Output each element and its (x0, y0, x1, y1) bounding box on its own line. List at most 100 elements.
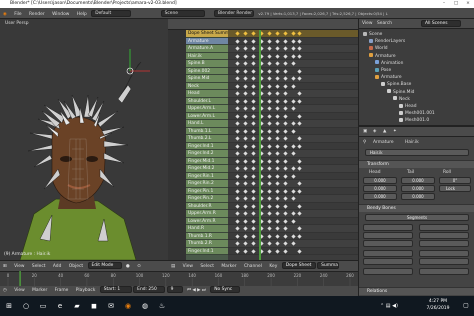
keyframe-row[interactable] (228, 127, 358, 135)
keyframe-icon[interactable] (297, 181, 302, 186)
keyframe-icon[interactable] (267, 61, 272, 66)
relations-panel-header[interactable]: Relations (359, 287, 474, 295)
keyframe-icon[interactable] (275, 211, 280, 216)
keyframe-icon[interactable] (297, 136, 302, 141)
keyframe-icon[interactable] (235, 31, 240, 36)
keyframe-icon[interactable] (243, 203, 248, 209)
keyframe-icon[interactable] (291, 46, 296, 51)
keyframe-icon[interactable] (275, 113, 280, 119)
mail-icon[interactable]: ✉ (105, 300, 117, 312)
keyframe-icon[interactable] (251, 98, 256, 104)
keyframe-icon[interactable] (251, 83, 256, 89)
keyframe-icon[interactable] (243, 91, 248, 96)
tray-icons[interactable]: ⌃ ▤ ◀) (380, 300, 398, 312)
keyframe-icon[interactable] (283, 61, 288, 66)
keyframe-icon[interactable] (275, 151, 280, 156)
clock[interactable]: 4:27 PM 7/26/2019 (420, 299, 456, 312)
keyframe-icon[interactable] (243, 173, 248, 179)
task-view-icon[interactable]: ▭ (37, 300, 49, 312)
keyframe-row[interactable] (228, 105, 358, 113)
keyframe-icon[interactable] (251, 38, 256, 44)
end-frame-field[interactable]: End: 250 (133, 286, 166, 293)
keyframe-icon[interactable] (283, 38, 288, 44)
keyframe-icon[interactable] (283, 173, 288, 179)
keyframe-icon[interactable] (243, 31, 248, 36)
keyframe-icon[interactable] (243, 83, 248, 89)
keyframe-icon[interactable] (243, 53, 248, 59)
keyframe-row[interactable] (228, 30, 358, 38)
start-frame-field[interactable]: Start: 1 (99, 286, 132, 293)
keyframe-icon[interactable] (243, 218, 248, 224)
keyframe-icon[interactable] (235, 166, 240, 171)
outliner-item[interactable]: Mesh001.0 (399, 117, 429, 125)
keyframe-icon[interactable] (283, 136, 288, 141)
keyframe-icon[interactable] (251, 158, 256, 164)
keyframe-icon[interactable] (291, 83, 296, 89)
channel-row[interactable]: Hand.L (186, 120, 228, 128)
keyframe-icon[interactable] (267, 203, 272, 209)
keyframe-icon[interactable] (275, 38, 280, 44)
3d-viewport[interactable]: User Persp (9) Armature: Hair.ik (0, 19, 168, 260)
keyframe-icon[interactable] (243, 113, 248, 119)
keyframe-icon[interactable] (235, 76, 240, 81)
keyframe-icon[interactable] (283, 218, 288, 224)
channel-row[interactable]: Hair.ik (186, 52, 228, 60)
edge-icon[interactable]: e (54, 300, 66, 312)
keyframe-icon[interactable] (235, 158, 240, 164)
keyframe-icon[interactable] (275, 226, 280, 231)
keyframe-icon[interactable] (283, 211, 288, 216)
keyframe-icon[interactable] (267, 241, 272, 246)
keyframe-icon[interactable] (243, 38, 248, 44)
channel-row[interactable]: Spine.002 (186, 67, 228, 75)
keyframe-icon[interactable] (251, 128, 256, 134)
keyframe-icon[interactable] (251, 173, 256, 179)
keyframe-row[interactable] (228, 60, 358, 68)
keyframe-row[interactable] (228, 172, 358, 180)
channel-row[interactable]: Finger.Pin.2 (186, 195, 228, 203)
keyframe-row[interactable] (228, 52, 358, 60)
keyframe-icon[interactable] (243, 166, 248, 171)
keyframe-icon[interactable] (251, 31, 256, 36)
keyframe-row[interactable] (228, 210, 358, 218)
scene-selector[interactable]: Scene (160, 10, 205, 17)
keyframe-icon[interactable] (275, 143, 280, 149)
keyframe-icon[interactable] (297, 203, 302, 209)
keyframe-icon[interactable] (243, 233, 248, 239)
keyframe-icon[interactable] (283, 151, 288, 156)
keyframe-icon[interactable] (235, 128, 240, 134)
keyframe-icon[interactable] (275, 91, 280, 96)
channel-row[interactable]: Armature (186, 37, 228, 45)
chrome-icon[interactable]: ◍ (139, 300, 151, 312)
lock-checkbox[interactable]: Lock (439, 185, 471, 192)
keyframe-icon[interactable] (235, 143, 240, 149)
keyframe-icon[interactable] (267, 53, 272, 59)
tl-menu-frame[interactable]: Frame (52, 286, 72, 296)
blender-taskbar-icon[interactable]: ◉ (122, 300, 134, 312)
channel-row[interactable]: Finger.Pin.1 (186, 187, 228, 195)
keyframe-icon[interactable] (283, 53, 288, 59)
notifications-icon[interactable]: ▢ (460, 300, 472, 312)
keyframe-icon[interactable] (291, 76, 296, 81)
keyframe-row[interactable] (228, 90, 358, 98)
channel-row[interactable]: Finger.Ind.1 (186, 142, 228, 150)
keyframe-icon[interactable] (243, 76, 248, 81)
keyframe-icon[interactable] (291, 218, 296, 224)
keyframe-icon[interactable] (283, 83, 288, 89)
keyframe-icon[interactable] (291, 128, 296, 134)
keyframe-icon[interactable] (251, 76, 256, 81)
keyframe-icon[interactable] (243, 98, 248, 104)
keyframe-icon[interactable] (283, 196, 288, 201)
keyframe-row[interactable] (228, 120, 358, 128)
keyframe-icon[interactable] (235, 98, 240, 104)
keyframe-icon[interactable] (297, 91, 302, 96)
keyframe-icon[interactable] (267, 136, 272, 141)
bone-gizmo[interactable] (117, 49, 150, 104)
keyframe-icon[interactable] (275, 248, 280, 254)
keyframe-icon[interactable] (235, 68, 240, 74)
keyframe-icon[interactable] (235, 121, 240, 126)
tl-menu-marker[interactable]: Marker (29, 286, 50, 296)
keyframe-icon[interactable] (275, 203, 280, 209)
keyframe-row[interactable] (228, 75, 358, 83)
keyframe-icon[interactable] (251, 46, 256, 51)
keyframe-icon[interactable] (243, 211, 248, 216)
